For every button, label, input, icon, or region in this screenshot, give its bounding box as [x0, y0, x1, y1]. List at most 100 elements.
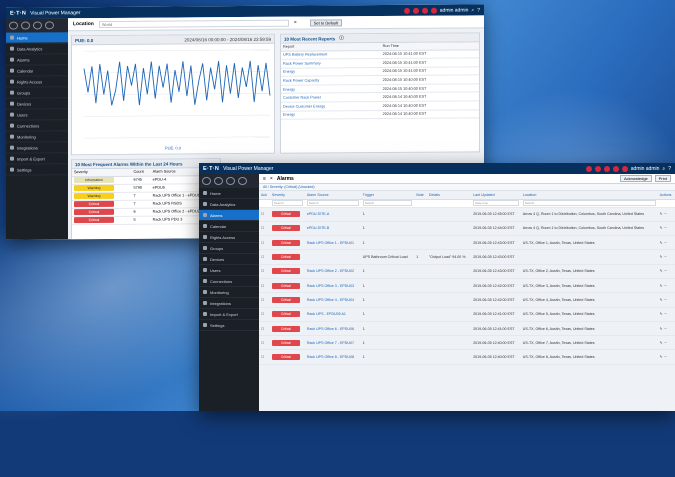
map-icon[interactable]	[21, 21, 30, 30]
notification-icon[interactable]	[621, 165, 628, 172]
more-icon[interactable]: ⋯	[663, 241, 668, 245]
sidebar-item-users[interactable]: Users	[199, 265, 259, 276]
checkbox[interactable]: ☐	[261, 241, 264, 245]
alarm-source[interactable]	[304, 249, 361, 265]
checkbox[interactable]: ☐	[261, 341, 264, 345]
notification-icon[interactable]	[612, 165, 619, 172]
more-icon[interactable]: ⋯	[663, 284, 668, 288]
table-row[interactable]: ☐ Critical UPS Bathroom Critical Load 1 "Out…	[259, 249, 675, 265]
sidebar-item-connections[interactable]: Connections	[199, 276, 259, 287]
help-icon[interactable]: ?	[668, 166, 671, 172]
alarm-source[interactable]: ePDU-SITE-B	[304, 221, 361, 237]
alarm-source[interactable]: Rack UPS Office 1 - EPDU01	[304, 235, 361, 251]
chart-range[interactable]: 2024/08/16 00:00:00 - 2024/08/16 23:59:5…	[184, 36, 271, 42]
more-icon[interactable]: ⋯	[663, 312, 668, 316]
filter-input[interactable]: Search	[362, 200, 413, 206]
sidebar-item-alarms[interactable]: Alarms	[199, 210, 259, 221]
close-icon[interactable]: ×	[294, 20, 297, 26]
filter-input[interactable]: Search	[306, 200, 359, 206]
column-header-location[interactable]: Location	[520, 191, 658, 200]
checkbox[interactable]: ☐	[261, 298, 264, 302]
user-name[interactable]: admin admin	[440, 7, 469, 13]
target-icon[interactable]	[226, 177, 235, 185]
checkbox[interactable]: ☐	[261, 269, 264, 273]
print-button[interactable]: Print	[654, 175, 671, 182]
more-icon[interactable]: ⋯	[663, 341, 668, 345]
sidebar-item-home[interactable]: Home	[6, 32, 68, 44]
filter-input[interactable]: Date time	[473, 200, 519, 206]
checkbox[interactable]: ☐	[261, 212, 264, 216]
table-row[interactable]: Critical 5 Rack UPS PDU 3	[72, 215, 220, 225]
set-default-button[interactable]: Set to Default	[309, 18, 343, 27]
alarm-source[interactable]: Rack UPS Office 2 - EPDU02	[304, 264, 361, 279]
info-icon[interactable]: ⓘ	[339, 35, 344, 41]
table-row[interactable]: ☐ Critical ePDU-SITE-B 1 2019-06-05 12:44:00…	[259, 221, 675, 237]
column-header-ack[interactable]: Ack	[259, 191, 270, 200]
sidebar-item-users[interactable]: Users	[6, 109, 68, 121]
sidebar-item-data-analytics[interactable]: Data Analytics	[199, 199, 259, 210]
location-input[interactable]: World	[98, 19, 289, 28]
sidebar-item-integrations[interactable]: Integrations	[199, 298, 259, 309]
sidebar-item-settings[interactable]: Settings	[199, 320, 259, 331]
table-row[interactable]: ☐ Critical Rack UPS Office 7 - EPDU07 1 2019…	[259, 335, 675, 351]
close-icon[interactable]: ×	[270, 176, 273, 182]
table-row[interactable]: ☐ Critical Rack UPS Office 8 - EPDU08 1 2019…	[259, 349, 675, 365]
play-icon[interactable]	[238, 177, 247, 185]
more-icon[interactable]: ⋯	[663, 269, 668, 273]
notification-icon[interactable]	[585, 165, 592, 172]
target-icon[interactable]	[33, 21, 42, 30]
checkbox[interactable]: ☐	[261, 284, 264, 288]
column-header-last-updated[interactable]: Last Updated	[471, 191, 521, 200]
more-icon[interactable]: ⋯	[663, 226, 668, 230]
column-header-actions[interactable]: Actions	[657, 191, 675, 200]
collapse-icon[interactable]	[202, 177, 211, 185]
notification-icon[interactable]	[403, 7, 410, 14]
sidebar-item-alarms[interactable]: Alarms	[6, 54, 68, 66]
notification-icon[interactable]	[421, 7, 428, 14]
checkbox[interactable]: ☐	[261, 327, 264, 331]
sidebar-item-groups[interactable]: Groups	[6, 87, 68, 99]
sidebar-item-settings[interactable]: Settings	[6, 164, 68, 176]
acknowledge-button[interactable]: Acknowledge	[619, 175, 652, 182]
table-row[interactable]: ☐ Critical Rack UPS Office 4 - EPDU04 1 2019…	[259, 292, 675, 308]
notification-icon[interactable]	[412, 7, 419, 14]
sidebar-item-rights-access[interactable]: Rights Access	[6, 76, 68, 88]
sidebar-item-calendar[interactable]: Calendar	[199, 221, 259, 232]
alarm-source[interactable]: Rack UPS Office 4 - EPDU04	[304, 292, 361, 308]
notification-icon[interactable]	[430, 7, 437, 14]
play-icon[interactable]	[45, 21, 54, 30]
table-row[interactable]: ☐ Critical Rack UPS Office 6 - EPDU06 1 2019…	[259, 321, 675, 337]
sidebar-item-import-export[interactable]: Import & Export	[6, 153, 68, 165]
breadcrumb[interactable]: All / Severity: (Critical) (Unacked)	[259, 184, 675, 191]
table-row[interactable]: ☐ Critical Rack UPS Office 2 - EPDU02 1 2019…	[259, 264, 675, 279]
checkbox[interactable]: ☐	[261, 355, 264, 359]
table-row[interactable]: ☐ Critical Rack UPS Office 3 - EPDU03 1 2019…	[259, 278, 675, 294]
table-row[interactable]: ☐ Critical Rack UPS Office 1 - EPDU01 1 2019…	[259, 235, 675, 251]
more-icon[interactable]: ⋯	[663, 327, 668, 331]
more-icon[interactable]: ⋯	[663, 212, 668, 216]
sidebar-item-devices[interactable]: Devices	[199, 254, 259, 265]
user-name[interactable]: admin admin	[631, 166, 660, 172]
sidebar-item-rights-access[interactable]: Rights Access	[199, 232, 259, 243]
report-name[interactable]: Energy	[281, 110, 381, 120]
column-header-severity[interactable]: Severity	[269, 191, 305, 200]
more-icon[interactable]: ⋯	[663, 355, 668, 359]
table-row[interactable]: ☐ Critical ePDU-SITE-A 1 2019-06-05 12:45:00…	[259, 207, 675, 222]
column-header-alarm-source[interactable]: Alarm Source	[304, 191, 361, 200]
alarm-source[interactable]: Rack UPS Office 7 - EPDU07	[304, 335, 361, 351]
checkbox[interactable]: ☐	[261, 255, 264, 259]
sidebar-item-calendar[interactable]: Calendar	[6, 65, 68, 77]
column-header-note[interactable]: Note	[414, 191, 427, 200]
sidebar-item-monitoring[interactable]: Monitoring	[6, 131, 68, 143]
search-icon[interactable]: ⌕	[471, 7, 474, 13]
search-icon[interactable]: ⌕	[662, 166, 665, 172]
sidebar-item-integrations[interactable]: Integrations	[6, 142, 68, 154]
sidebar-item-home[interactable]: Home	[199, 188, 259, 199]
alarm-source[interactable]: Rack UPS Office 3 - EPDU03	[304, 278, 361, 294]
column-header-details[interactable]: Details	[426, 191, 472, 200]
notification-icon[interactable]	[603, 165, 610, 172]
collapse-icon[interactable]	[9, 21, 18, 30]
sidebar-item-connections[interactable]: Connections	[6, 120, 68, 132]
alarm-source[interactable]: ePDU-SITE-A	[304, 207, 361, 222]
more-icon[interactable]: ⋯	[663, 255, 668, 259]
